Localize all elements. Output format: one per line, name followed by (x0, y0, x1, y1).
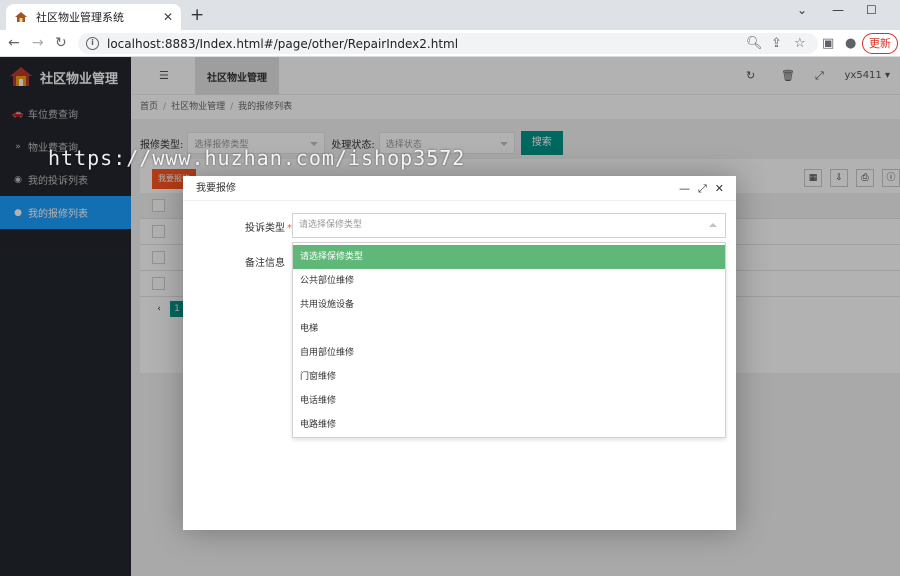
zoom-icon[interactable]: 🔍︎ (746, 36, 763, 51)
dialog-controls: — ⤢ ✕ (679, 182, 724, 196)
dialog-title: 我要报修 (183, 176, 736, 201)
watermark-text: https://www.huzhan.com/ishop3572 (48, 146, 466, 170)
url-text: localhost:8883/Index.html#/page/other/Re… (107, 36, 459, 51)
maximize-icon[interactable]: ⤢ (698, 182, 707, 196)
complaint-type-select[interactable]: 请选择保修类型 (292, 213, 726, 238)
maximize-icon[interactable]: ☐ (866, 3, 877, 17)
forward-icon[interactable]: → (32, 35, 44, 51)
tab-title: 社区物业管理系统 (36, 11, 124, 24)
dropdown-option[interactable]: 门窗维修 (293, 365, 725, 389)
minimize-icon[interactable]: — (679, 182, 690, 196)
complaint-type-dropdown: 请选择保修类型 公共部位维修 共用设施设备 电梯 自用部位维修 门窗维修 电话维… (292, 242, 726, 438)
remark-label: 备注信息 (245, 258, 285, 269)
repair-dialog: 我要报修 — ⤢ ✕ 投诉类型 * 请选择保修类型 备注信息 请选择保修类型 公共… (183, 176, 736, 530)
dropdown-option[interactable]: 公共部位维修 (293, 269, 725, 293)
back-icon[interactable]: ← (8, 35, 20, 51)
complaint-type-label: 投诉类型 * (245, 223, 292, 234)
browser-tab[interactable]: 社区物业管理系统 ✕ (6, 4, 181, 30)
side-panel-icon[interactable]: ▣ (822, 36, 834, 51)
new-tab-button[interactable]: + (190, 5, 204, 25)
close-icon[interactable]: ✕ (715, 182, 724, 196)
update-button[interactable]: 更新 (862, 33, 898, 54)
dropdown-option[interactable]: 电路维修 (293, 413, 725, 437)
tab-close-icon[interactable]: ✕ (163, 10, 173, 24)
dropdown-option[interactable]: 自用部位维修 (293, 341, 725, 365)
reload-icon[interactable]: ↻ (55, 35, 67, 51)
share-icon[interactable]: ⇪ (771, 36, 782, 51)
minimize-icon[interactable]: — (832, 3, 844, 17)
dropdown-option[interactable]: 共用设施设备 (293, 293, 725, 317)
dropdown-option[interactable]: 电话维修 (293, 389, 725, 413)
site-favicon-icon (15, 12, 27, 22)
browser-tabbar: 社区物业管理系统 ✕ + ⌄ — ☐ (0, 0, 900, 30)
dropdown-option[interactable]: 请选择保修类型 (293, 245, 725, 269)
site-info-icon[interactable]: i (86, 37, 99, 50)
tab-search-chevron-icon[interactable]: ⌄ (797, 3, 807, 17)
profile-avatar-icon[interactable]: ● (845, 36, 856, 51)
url-field[interactable]: i localhost:8883/Index.html#/page/other/… (78, 33, 818, 54)
bookmark-star-icon[interactable]: ☆ (794, 36, 806, 51)
chevron-up-icon (709, 223, 717, 227)
address-bar: ← → ↻ i localhost:8883/Index.html#/page/… (0, 30, 900, 57)
dropdown-option[interactable]: 电梯 (293, 317, 725, 341)
